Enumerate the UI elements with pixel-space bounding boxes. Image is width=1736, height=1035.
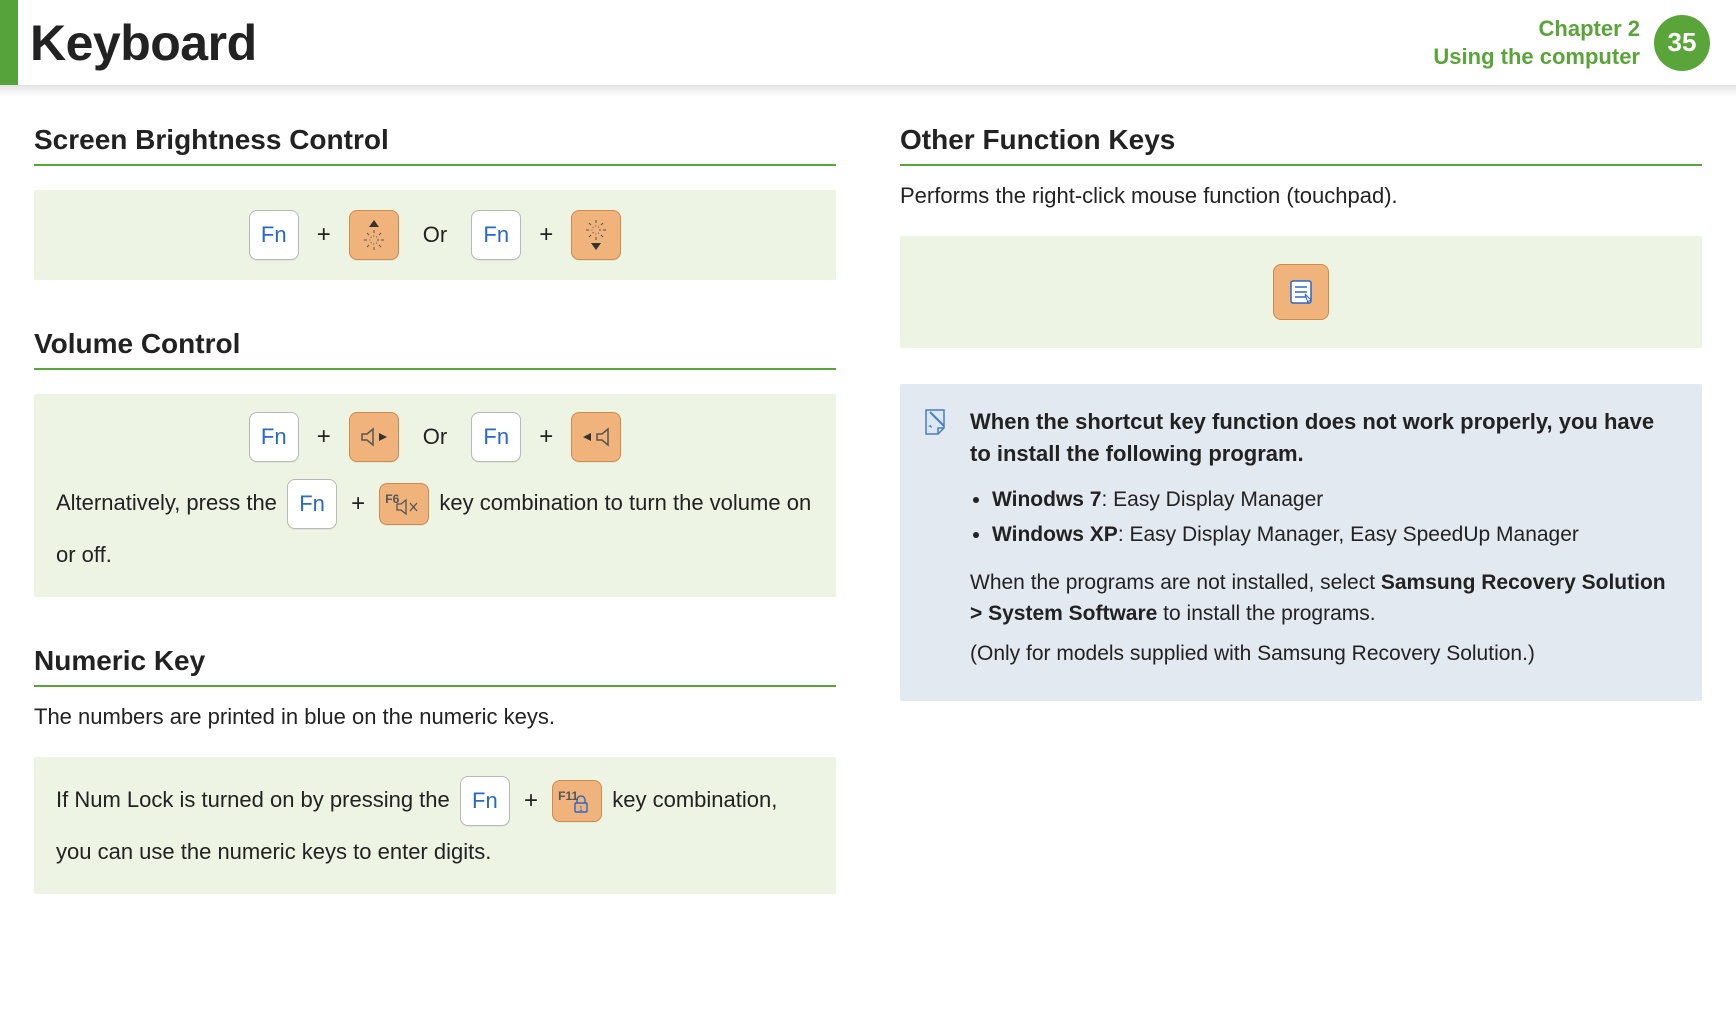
note-paragraph-2: (Only for models supplied with Samsung R… xyxy=(970,638,1676,670)
page-title: Keyboard xyxy=(30,14,257,72)
header-left: Keyboard xyxy=(0,0,257,85)
right-column: Other Function Keys Performs the right-c… xyxy=(900,124,1702,894)
note-p1a: When the programs are not installed, sel… xyxy=(970,571,1381,594)
page-number-badge: 35 xyxy=(1654,15,1710,71)
note-list-item: Windows XP: Easy Display Manager, Easy S… xyxy=(992,519,1676,551)
numlock-key-icon: F11 1 xyxy=(552,780,602,822)
note-list: Winodws 7: Easy Display Manager Windows … xyxy=(970,484,1676,551)
f11-label: F11 xyxy=(558,783,578,809)
svg-text:1: 1 xyxy=(579,806,583,813)
section-brightness: Screen Brightness Control xyxy=(34,124,836,166)
mute-key-icon: F6 xyxy=(379,483,429,525)
os-rest: : Easy Display Manager xyxy=(1101,488,1323,511)
plus-operator: + xyxy=(539,213,553,256)
fn-key: Fn xyxy=(249,412,299,462)
chapter-line-2: Using the computer xyxy=(1433,43,1640,71)
section-numeric: Numeric Key xyxy=(34,645,836,687)
note-title: When the shortcut key function does not … xyxy=(970,406,1676,470)
volume-down-key-icon xyxy=(571,412,621,462)
numlock-text-before: If Num Lock is turned on by pressing the xyxy=(56,787,456,812)
header-accent-bar xyxy=(0,0,18,85)
plus-operator: + xyxy=(351,478,365,531)
section-other: Other Function Keys xyxy=(900,124,1702,166)
f6-label: F6 xyxy=(385,486,399,512)
page-header: Keyboard Chapter 2 Using the computer 35 xyxy=(0,0,1736,86)
plus-operator: + xyxy=(317,213,331,256)
other-panel xyxy=(900,236,1702,348)
brightness-down-key-icon xyxy=(571,210,621,260)
plus-operator: + xyxy=(539,415,553,458)
os-name: Winodws 7 xyxy=(992,488,1101,511)
numeric-panel: If Num Lock is turned on by pressing the… xyxy=(34,757,836,894)
os-name: Windows XP xyxy=(992,523,1118,546)
note-list-item: Winodws 7: Easy Display Manager xyxy=(992,484,1676,516)
note-icon xyxy=(922,406,952,436)
fn-key: Fn xyxy=(287,479,337,529)
plus-operator: + xyxy=(524,775,538,828)
volume-alt-text-before: Alternatively, press the xyxy=(56,490,283,515)
note-box: When the shortcut key function does not … xyxy=(900,384,1702,701)
fn-key: Fn xyxy=(460,776,510,826)
note-paragraph: When the programs are not installed, sel… xyxy=(970,567,1676,630)
note-p1c: to install the programs. xyxy=(1157,602,1375,625)
fn-key: Fn xyxy=(471,412,521,462)
fn-key: Fn xyxy=(471,210,521,260)
other-intro: Performs the right-click mouse function … xyxy=(900,180,1702,212)
section-volume: Volume Control xyxy=(34,328,836,370)
fn-key: Fn xyxy=(249,210,299,260)
header-right: Chapter 2 Using the computer 35 xyxy=(1433,15,1736,71)
chapter-label: Chapter 2 Using the computer xyxy=(1433,15,1640,70)
or-label: Or xyxy=(423,417,447,457)
context-menu-key-icon xyxy=(1273,264,1329,320)
chapter-line-1: Chapter 2 xyxy=(1433,15,1640,43)
brightness-up-key-icon xyxy=(349,210,399,260)
plus-operator: + xyxy=(317,415,331,458)
brightness-panel: Fn + Or Fn + xyxy=(34,190,836,280)
or-label: Or xyxy=(423,215,447,255)
volume-panel: Fn + Or Fn + xyxy=(34,394,836,597)
os-rest: : Easy Display Manager, Easy SpeedUp Man… xyxy=(1118,523,1579,546)
volume-up-key-icon xyxy=(349,412,399,462)
left-column: Screen Brightness Control Fn + xyxy=(34,124,836,894)
numeric-intro: The numbers are printed in blue on the n… xyxy=(34,701,836,733)
